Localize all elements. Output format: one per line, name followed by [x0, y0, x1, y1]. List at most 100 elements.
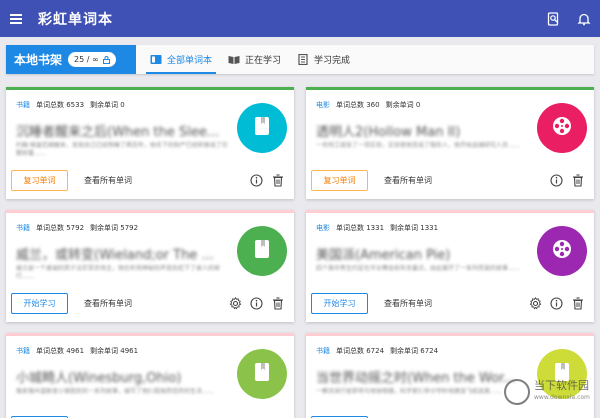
watermark-title: 当下软件园 — [534, 379, 589, 392]
card-actions — [229, 293, 284, 314]
card-cover-avatar — [237, 349, 287, 399]
gear-icon[interactable] — [229, 297, 242, 310]
card-type: 书籍 — [16, 347, 30, 355]
trash-icon[interactable] — [571, 174, 584, 187]
card-cover-avatar — [237, 226, 287, 276]
card-total-words: 单词总数 5792 — [36, 224, 85, 232]
card-primary-button[interactable]: 复习单词 — [311, 170, 368, 191]
card-type: 电影 — [316, 101, 330, 109]
bell-icon[interactable] — [576, 11, 592, 27]
card-type: 书籍 — [16, 101, 30, 109]
card-description: 一颗流浪行星即将与地球相撞，科学家们争分夺秒地建造飞船逃离…… — [316, 388, 503, 395]
app-bar: 彩虹单词本 — [0, 0, 600, 37]
card-description: 约翰·格雷厄姆醒来，发现自己已经熟睡了两百年，他名下的财产已经积累成了巨额财富…… — [16, 142, 228, 157]
card-meta: 书籍 单词总数 6724 剩余单词 6724 — [316, 346, 438, 356]
info-icon[interactable] — [550, 174, 563, 187]
shelf-capacity-badge: 25 / ∞ — [68, 52, 116, 67]
tab-completed-label: 学习完成 — [314, 56, 351, 66]
card-remaining-words: 剩余单词 5792 — [90, 224, 139, 232]
card-title: 小城畸人(Winesburg,Ohio) — [16, 371, 182, 386]
card-accent-bar — [306, 210, 594, 213]
trash-icon[interactable] — [271, 174, 284, 187]
card-remaining-words: 剩余单词 1331 — [390, 224, 439, 232]
card-meta: 书籍 单词总数 4961 剩余单词 4961 — [16, 346, 138, 356]
card-remaining-words: 剩余单词 6724 — [390, 347, 439, 355]
shelf-tab-strip: 本地书架 25 / ∞ 全部单词本 正在学习 学习完成 — [6, 45, 594, 74]
menu-icon[interactable] — [10, 13, 24, 24]
book-tab-icon — [150, 55, 162, 64]
film-reel-icon — [551, 238, 573, 264]
card-actions — [550, 170, 584, 191]
card-title: 沉睡者醒来之后(When the Slee... — [16, 125, 220, 140]
card-accent-bar — [306, 333, 594, 336]
card-actions — [529, 293, 584, 314]
card-description: 威兰是一个虔诚的宾夕法尼亚农场主，他在听到神秘的声音后犯下了骇人的罪行…… — [16, 265, 221, 280]
open-book-icon — [228, 56, 240, 64]
card-title: 当世界动摇之时(When the Wor... — [316, 371, 516, 386]
view-all-words-link[interactable]: 查看所有单词 — [384, 170, 432, 191]
card-total-words: 单词总数 1331 — [336, 224, 385, 232]
info-icon[interactable] — [550, 297, 563, 310]
app-title: 彩虹单词本 — [38, 11, 113, 28]
card-title: 美国派(American Pie) — [316, 248, 451, 263]
card-meta: 书籍 单词总数 6533 剩余单词 0 — [16, 100, 125, 110]
book-icon — [252, 115, 272, 141]
info-icon[interactable] — [250, 297, 263, 310]
wordbook-card[interactable]: 书籍 单词总数 4961 剩余单词 4961 小城畸人(Winesburg,Oh… — [6, 333, 294, 418]
info-icon[interactable] — [250, 174, 263, 187]
card-primary-button[interactable]: 复习单词 — [11, 170, 68, 191]
local-shelf: 本地书架 25 / ∞ — [6, 45, 136, 74]
view-all-words-link[interactable]: 查看所有单词 — [384, 293, 432, 314]
book-icon — [252, 361, 272, 387]
watermark-logo — [504, 379, 530, 405]
watermark-subtitle: www.downxia.com — [534, 394, 590, 401]
view-all-words-link[interactable]: 查看所有单词 — [84, 170, 132, 191]
card-total-words: 单词总数 4961 — [36, 347, 85, 355]
card-remaining-words: 剩余单词 0 — [90, 101, 125, 109]
trash-icon[interactable] — [271, 297, 284, 310]
tab-completed[interactable]: 学习完成 — [289, 45, 358, 74]
card-meta: 书籍 单词总数 5792 剩余单词 5792 — [16, 223, 138, 233]
card-accent-bar — [306, 87, 594, 90]
watermark: 当下软件园 www.downxia.com — [504, 372, 596, 412]
card-total-words: 单词总数 6724 — [336, 347, 385, 355]
card-accent-bar — [6, 210, 294, 213]
view-all-words-link[interactable]: 查看所有单词 — [84, 293, 132, 314]
wordbook-card[interactable]: 书籍 单词总数 5792 剩余单词 5792 威兰，或转变(Wieland;or… — [6, 210, 294, 322]
card-total-words: 单词总数 6533 — [36, 101, 85, 109]
search-book-icon[interactable] — [546, 11, 562, 27]
film-reel-icon — [551, 115, 573, 141]
book-icon — [252, 238, 272, 264]
card-cover-avatar — [237, 103, 287, 153]
tab-learning-label: 正在学习 — [245, 56, 282, 66]
shelf-capacity-text: 25 / ∞ — [74, 55, 99, 64]
tab-learning[interactable]: 正在学习 — [220, 45, 289, 74]
wordbook-card[interactable]: 电影 单词总数 1331 剩余单词 1331 美国派(American Pie)… — [306, 210, 594, 322]
card-meta: 电影 单词总数 1331 剩余单词 1331 — [316, 223, 438, 233]
card-meta: 电影 单词总数 360 剩余单词 0 — [316, 100, 420, 110]
wordbook-card[interactable]: 书籍 单词总数 6533 剩余单词 0 沉睡者醒来之后(When the Sle… — [6, 87, 294, 199]
card-title: 威兰，或转变(Wieland;or The ... — [16, 248, 214, 263]
card-primary-button[interactable]: 开始学习 — [11, 293, 68, 314]
card-total-words: 单词总数 360 — [336, 101, 380, 109]
app-bar-actions — [546, 0, 592, 37]
card-actions — [250, 170, 284, 191]
notebook-icon — [298, 54, 308, 65]
card-type: 电影 — [316, 224, 330, 232]
card-cover-avatar — [537, 226, 587, 276]
wordbook-card[interactable]: 电影 单词总数 360 剩余单词 0 透明人2(Hollow Man II) 一… — [306, 87, 594, 199]
card-cover-avatar — [537, 103, 587, 153]
card-description: 俄亥俄州温斯堡小镇居民的一系列故事，描写了他们孤独而怪异的生活…… — [16, 388, 215, 395]
card-accent-bar — [6, 333, 294, 336]
card-remaining-words: 剩余单词 0 — [385, 101, 421, 109]
tab-all-wordbooks[interactable]: 全部单词本 — [142, 45, 220, 74]
card-description: 四个高中男生约定在毕业舞会前失去童贞，由此展开了一系列荒诞的故事…… — [316, 265, 521, 272]
trash-icon[interactable] — [571, 297, 584, 310]
card-primary-button[interactable]: 开始学习 — [311, 293, 368, 314]
card-type: 书籍 — [316, 347, 330, 355]
card-description: 一名特工接受了一项实验，实验使他变成了隐形人，他开始追捕研究人员…… — [316, 142, 521, 149]
gear-icon[interactable] — [529, 297, 542, 310]
card-title: 透明人2(Hollow Man II) — [316, 125, 461, 140]
shelf-title: 本地书架 — [14, 53, 63, 67]
tab-all-wordbooks-label: 全部单词本 — [167, 56, 213, 66]
